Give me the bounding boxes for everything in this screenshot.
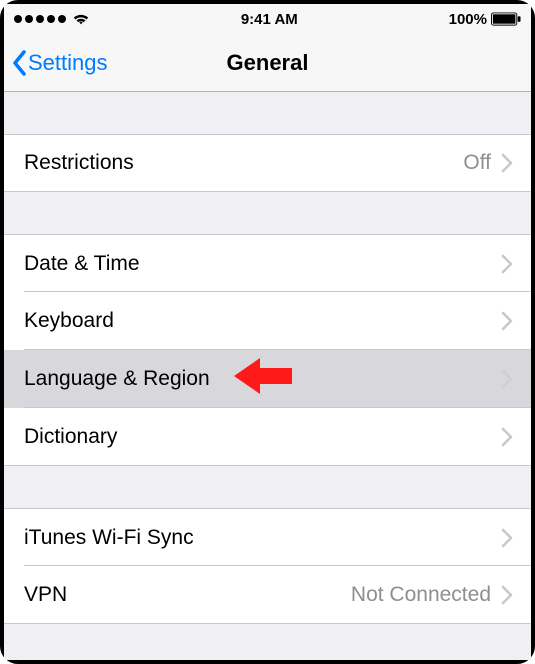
chevron-right-icon bbox=[501, 427, 513, 447]
battery-icon bbox=[491, 12, 521, 26]
settings-group-1: Restrictions Off bbox=[4, 134, 531, 192]
status-left bbox=[14, 12, 90, 26]
section-gap bbox=[4, 466, 531, 508]
row-language-region[interactable]: Language & Region bbox=[4, 350, 531, 408]
back-label: Settings bbox=[28, 50, 108, 76]
row-value: Not Connected bbox=[351, 583, 491, 607]
section-gap bbox=[4, 92, 531, 134]
row-vpn[interactable]: VPN Not Connected bbox=[4, 566, 531, 624]
status-bar: 9:41 AM 100% bbox=[4, 4, 531, 34]
section-gap bbox=[4, 192, 531, 234]
chevron-right-icon bbox=[501, 369, 513, 389]
row-date-time[interactable]: Date & Time bbox=[4, 234, 531, 292]
row-dictionary[interactable]: Dictionary bbox=[4, 408, 531, 466]
row-restrictions[interactable]: Restrictions Off bbox=[4, 134, 531, 192]
chevron-right-icon bbox=[501, 528, 513, 548]
cellular-signal-icon bbox=[14, 15, 66, 23]
row-label: Language & Region bbox=[24, 367, 501, 391]
settings-group-2: Date & Time Keyboard Language & Region bbox=[4, 234, 531, 466]
chevron-right-icon bbox=[501, 585, 513, 605]
row-label: Date & Time bbox=[24, 252, 501, 276]
chevron-right-icon bbox=[501, 153, 513, 173]
settings-group-3: iTunes Wi-Fi Sync VPN Not Connected bbox=[4, 508, 531, 624]
row-keyboard[interactable]: Keyboard bbox=[4, 292, 531, 350]
row-label: Dictionary bbox=[24, 425, 501, 449]
nav-bar: Settings General bbox=[4, 34, 531, 92]
status-time: 9:41 AM bbox=[241, 11, 298, 28]
chevron-right-icon bbox=[501, 311, 513, 331]
row-value: Off bbox=[463, 151, 491, 175]
row-label: iTunes Wi-Fi Sync bbox=[24, 526, 501, 550]
chevron-left-icon bbox=[12, 50, 28, 76]
wifi-icon bbox=[72, 12, 90, 26]
battery-percent: 100% bbox=[449, 11, 487, 28]
chevron-right-icon bbox=[501, 254, 513, 274]
row-label: VPN bbox=[24, 583, 351, 607]
row-label: Restrictions bbox=[24, 151, 463, 175]
row-itunes-wifi-sync[interactable]: iTunes Wi-Fi Sync bbox=[4, 508, 531, 566]
status-right: 100% bbox=[449, 11, 521, 28]
row-label: Keyboard bbox=[24, 309, 501, 333]
back-button[interactable]: Settings bbox=[4, 50, 108, 76]
